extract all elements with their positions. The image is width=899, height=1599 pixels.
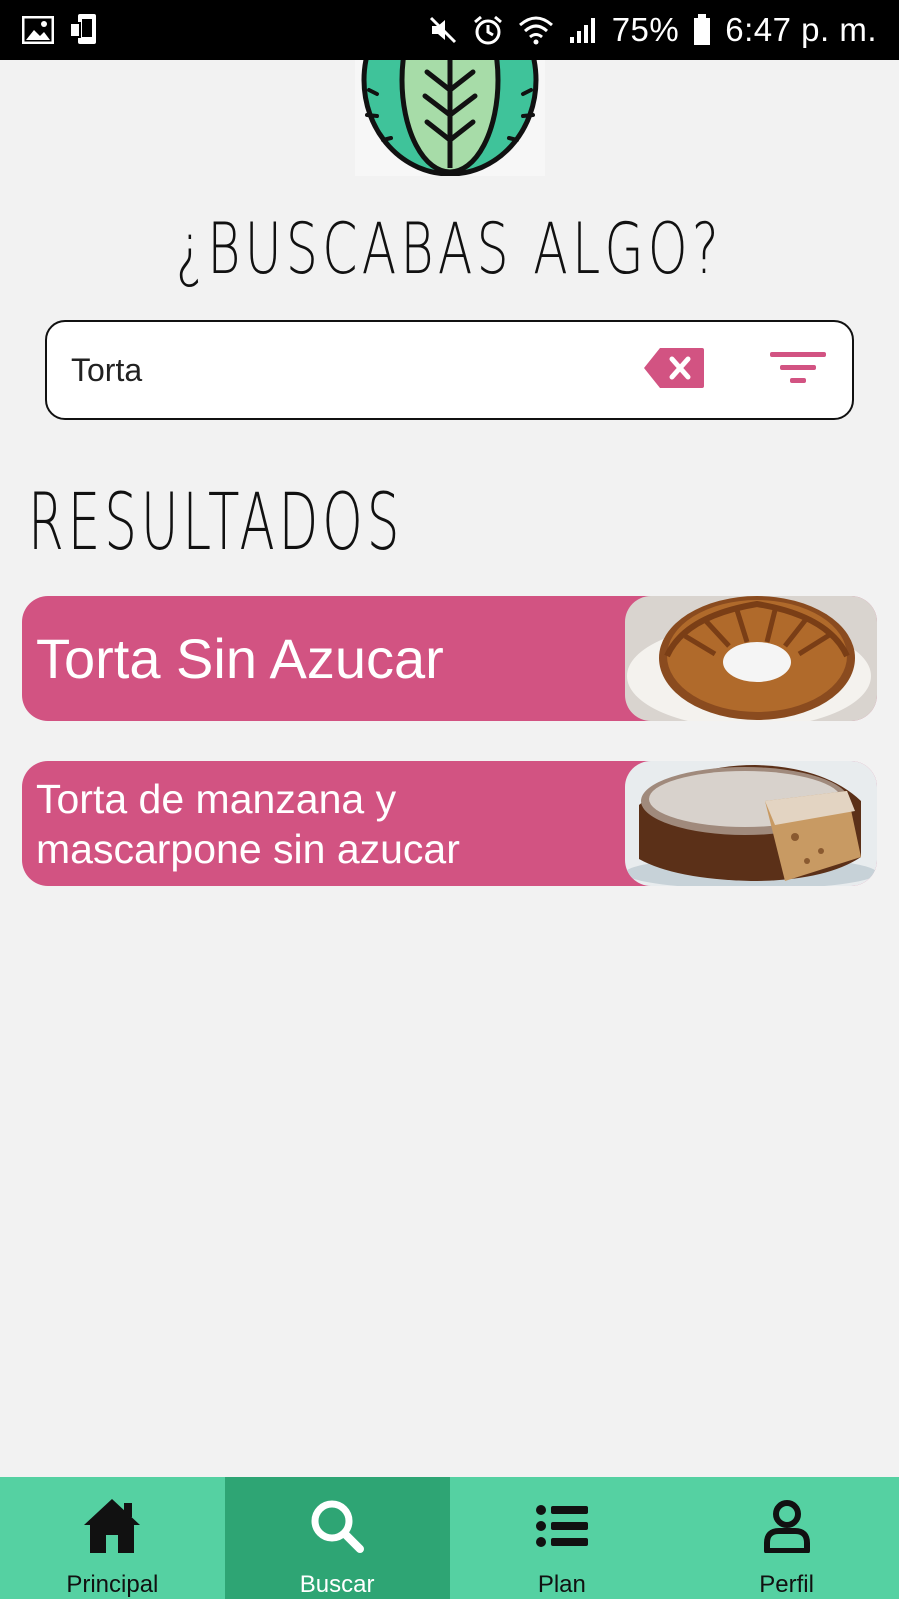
signal-icon (568, 15, 598, 45)
list-icon (535, 1497, 588, 1555)
apple-cake-image (625, 761, 877, 886)
nav-label: Buscar (299, 1571, 375, 1598)
filter-button[interactable] (768, 350, 828, 390)
alarm-icon (472, 14, 504, 46)
status-left (22, 13, 102, 47)
nav-label: Perfil (759, 1571, 814, 1598)
search-icon (310, 1497, 365, 1555)
battery-icon (693, 14, 711, 46)
backspace-clear-icon (642, 346, 706, 395)
bundt-cake-image (625, 596, 877, 721)
status-right: 75% 6:47 p. m. (428, 11, 877, 49)
results-heading: RESULTADOS (28, 478, 404, 568)
nav-item-perfil[interactable]: Perfil (674, 1477, 899, 1599)
result-title: Torta de manzana y mascarpone sin azucar (36, 775, 460, 872)
user-icon (763, 1497, 811, 1555)
filter-icon (768, 350, 828, 391)
result-title: Torta Sin Azucar (36, 627, 444, 690)
battery-percent: 75% (611, 11, 680, 48)
result-card[interactable]: Torta de manzana y mascarpone sin azucar (22, 761, 877, 886)
nav-label: Principal (66, 1571, 159, 1598)
wifi-icon (518, 15, 554, 45)
mute-icon (428, 15, 458, 45)
bottom-nav: Principal Buscar Plan Perfil (0, 1477, 899, 1599)
app-logo (355, 60, 545, 176)
gallery-icon (22, 16, 54, 44)
search-bar (45, 320, 854, 420)
nav-item-principal[interactable]: Principal (0, 1477, 225, 1599)
nav-label: Plan (537, 1571, 586, 1598)
clock: 6:47 p. m. (725, 11, 877, 48)
page-title: ¿BUSCABAS ALGO? (176, 208, 723, 290)
result-card[interactable]: Torta Sin Azucar (22, 596, 877, 721)
phone-sync-icon (68, 13, 102, 47)
status-bar: 75% 6:47 p. m. (0, 0, 899, 60)
search-input[interactable] (71, 351, 642, 389)
home-icon (82, 1497, 142, 1555)
nav-item-plan[interactable]: Plan (450, 1477, 675, 1599)
clear-search-button[interactable] (642, 346, 706, 395)
nav-item-buscar[interactable]: Buscar (224, 1477, 450, 1599)
